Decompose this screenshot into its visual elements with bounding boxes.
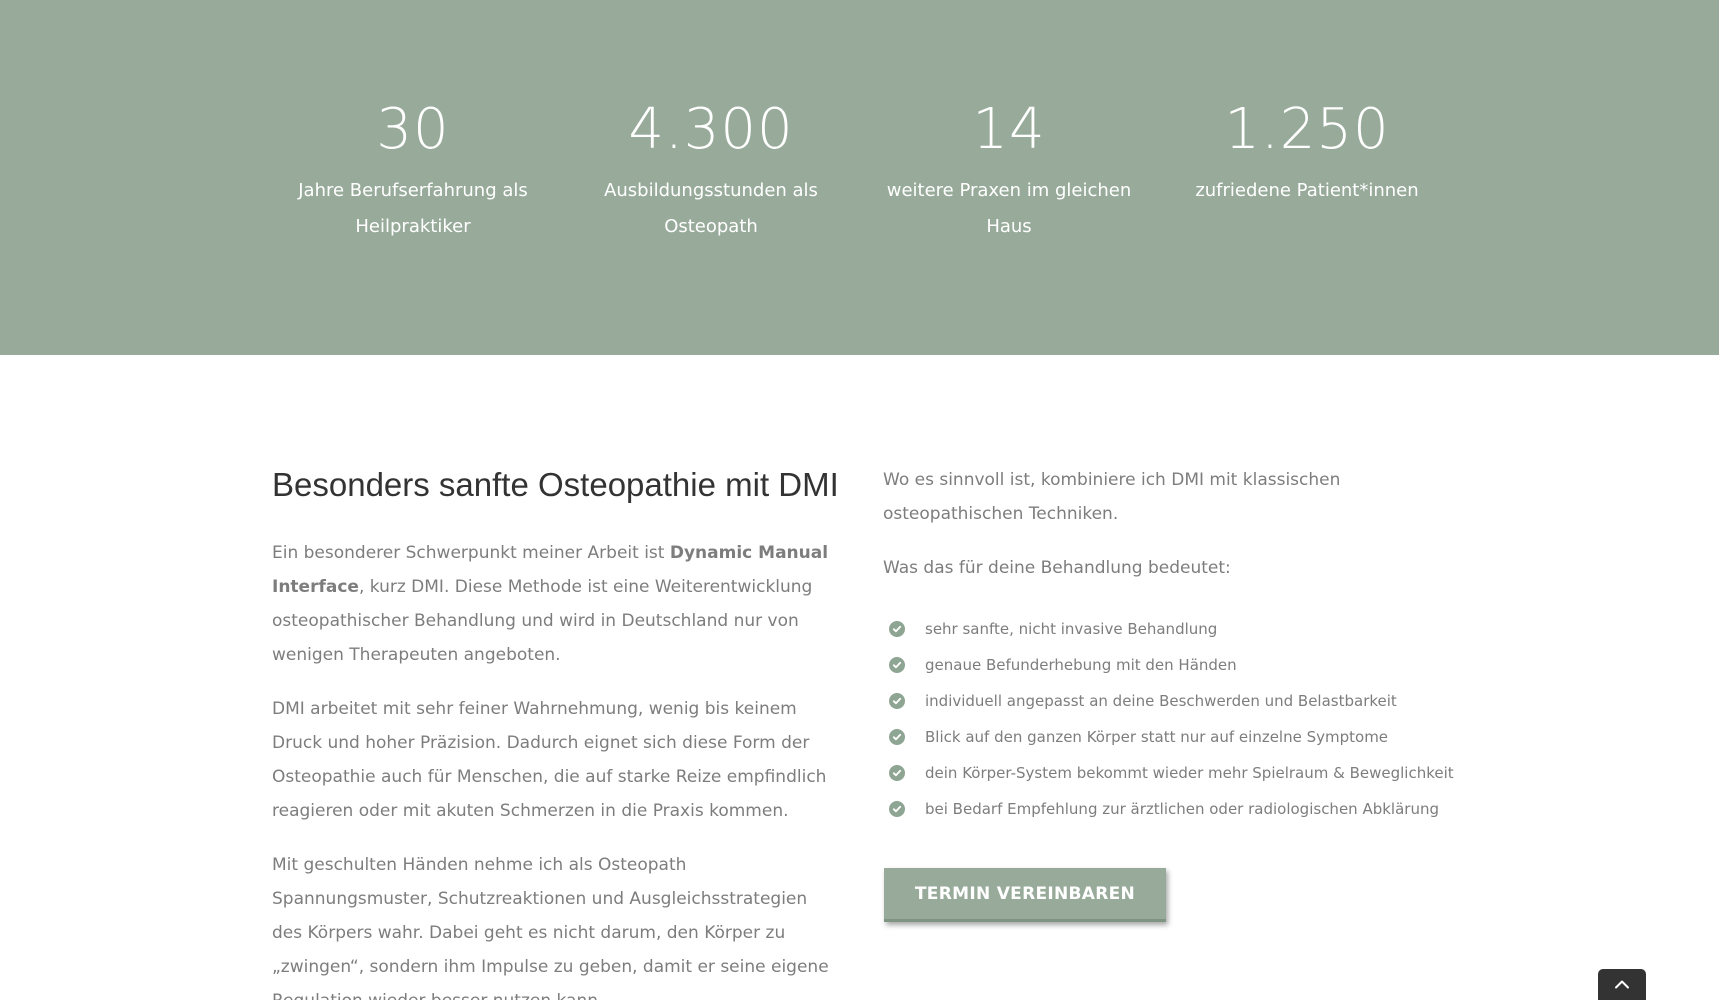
check-circle-icon: [889, 801, 905, 817]
list-item-text: sehr sanfte, nicht invasive Behandlung: [925, 620, 1218, 638]
list-item-text: bei Bedarf Empfehlung zur ärztlichen ode…: [925, 800, 1439, 818]
benefits-paragraph-2: Was das für deine Behandlung bedeutet:: [883, 558, 1231, 578]
check-circle-icon: [889, 621, 905, 637]
list-item: Blick auf den ganzen Körper statt nur au…: [883, 719, 1463, 755]
list-item: individuell angepasst an deine Beschwerd…: [883, 683, 1463, 719]
book-appointment-button[interactable]: Termin vereinbaren: [884, 868, 1166, 922]
dmi-benefits-column: Wo es sinnvoll ist, kombiniere ich DMI m…: [883, 463, 1463, 827]
benefits-paragraph-1: Wo es sinnvoll ist, kombiniere ich DMI m…: [883, 470, 1341, 524]
stat-number: 1.250: [1224, 97, 1390, 162]
list-item-text: individuell angepasst an deine Beschwerd…: [925, 692, 1397, 710]
intro-paragraph-1: Ein besonderer Schwerpunkt meiner Arbeit…: [272, 536, 842, 672]
stat-label: weitere Praxen im gleichen Haus: [886, 180, 1132, 237]
chevron-up-icon: [1615, 980, 1629, 989]
check-circle-icon: [889, 729, 905, 745]
intro-paragraph-3: Mit geschulten Händen nehme ich als Oste…: [272, 855, 829, 1000]
list-item-text: genaue Befunderhebung mit den Händen: [925, 656, 1237, 674]
stat-training-hours: 4.300 Ausbildungsstunden als Osteopath: [576, 95, 846, 245]
stat-practices: 14 weitere Praxen im gleichen Haus: [874, 95, 1144, 245]
stat-number: 30: [376, 97, 450, 162]
list-item: dein Körper-System bekommt wieder mehr S…: [883, 755, 1463, 791]
stat-number: 4.300: [628, 97, 794, 162]
dmi-intro-column: Besonders sanfte Osteopathie mit DMI Ein…: [272, 462, 842, 1000]
stat-number: 14: [972, 97, 1046, 162]
section-heading: Besonders sanfte Osteopathie mit DMI: [272, 466, 839, 503]
list-item: bei Bedarf Empfehlung zur ärztlichen ode…: [883, 791, 1463, 827]
stat-label: Jahre Berufserfahrung als Heilpraktiker: [298, 180, 528, 237]
stat-label: Ausbildungsstunden als Osteopath: [604, 180, 818, 237]
stat-experience: 30 Jahre Berufserfahrung als Heilpraktik…: [278, 95, 548, 245]
scroll-to-top-button[interactable]: [1598, 969, 1646, 1000]
list-item-text: dein Körper-System bekommt wieder mehr S…: [925, 764, 1454, 782]
list-item: sehr sanfte, nicht invasive Behandlung: [883, 611, 1463, 647]
check-circle-icon: [889, 693, 905, 709]
stats-band: 30 Jahre Berufserfahrung als Heilpraktik…: [0, 0, 1719, 355]
benefits-checklist: sehr sanfte, nicht invasive Behandlung g…: [883, 611, 1463, 827]
intro-paragraph-2: DMI arbeitet mit sehr feiner Wahrnehmung…: [272, 699, 827, 821]
list-item: genaue Befunderhebung mit den Händen: [883, 647, 1463, 683]
stat-label: zufriedene Patient*innen: [1195, 180, 1419, 201]
list-item-text: Blick auf den ganzen Körper statt nur au…: [925, 728, 1389, 746]
intro-text-before: Ein besonderer Schwerpunkt meiner Arbeit…: [272, 543, 670, 563]
check-circle-icon: [889, 657, 905, 673]
check-circle-icon: [889, 765, 905, 781]
stat-patients: 1.250 zufriedene Patient*innen: [1172, 95, 1442, 209]
